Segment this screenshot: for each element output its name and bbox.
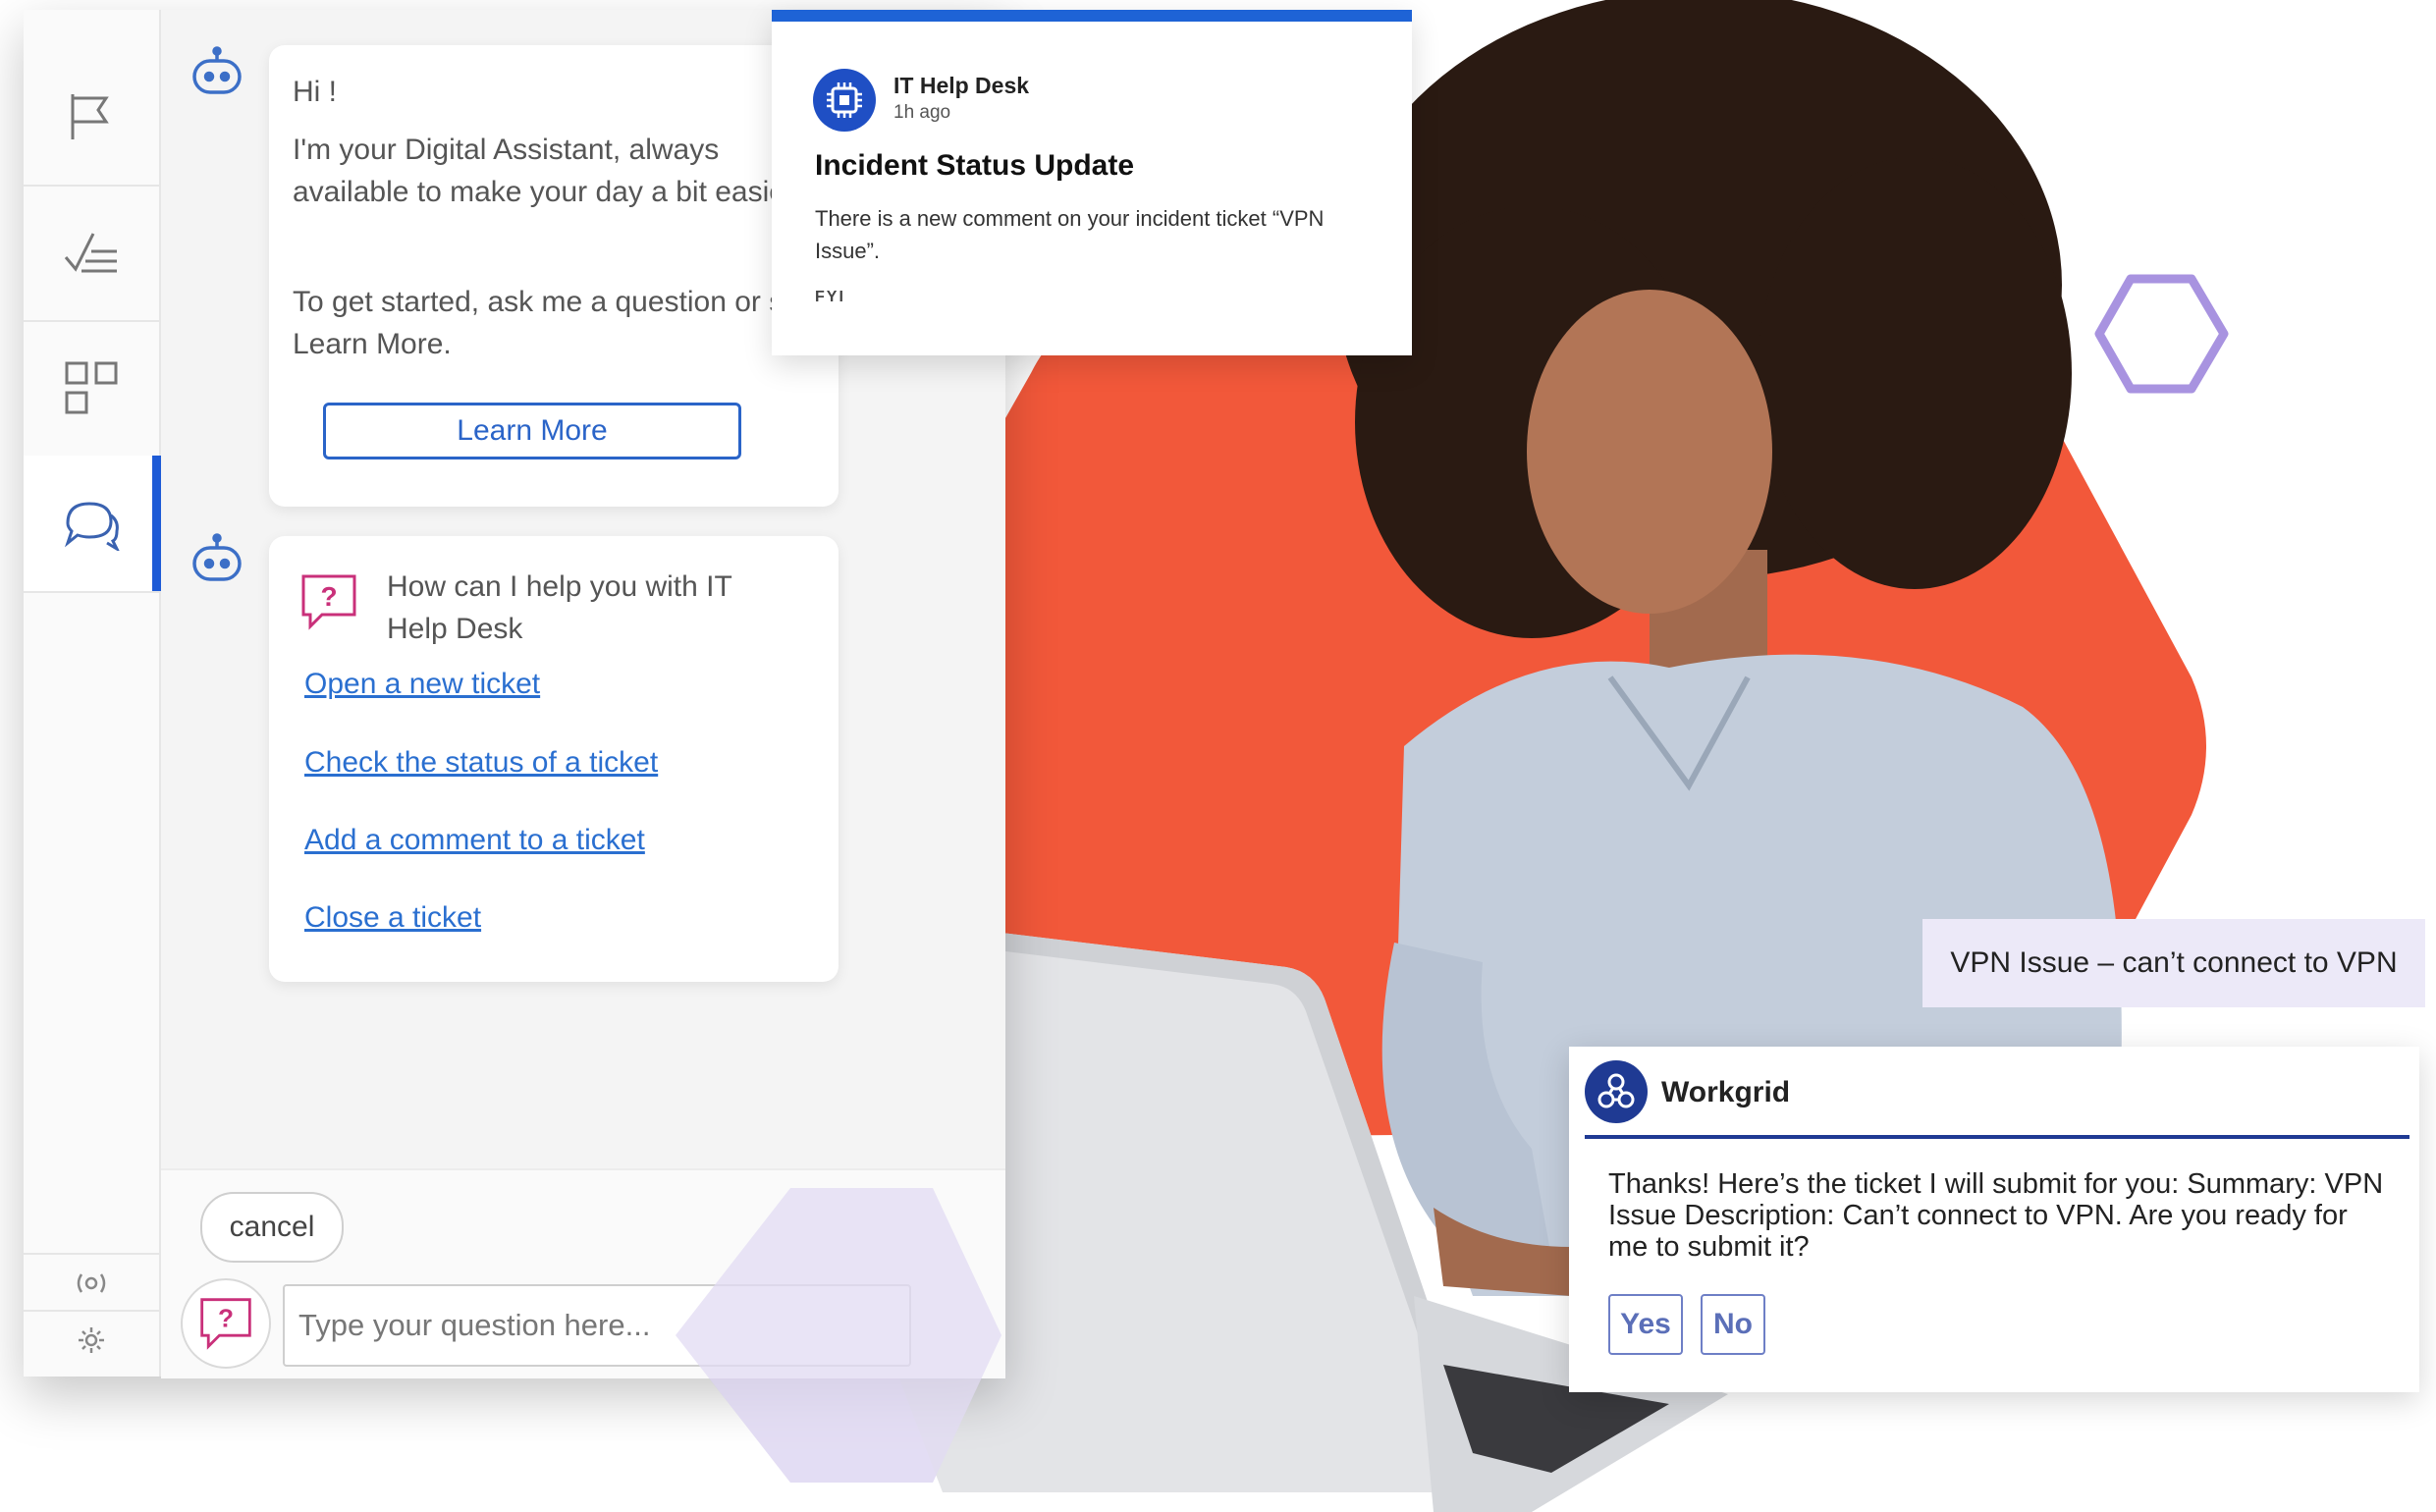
sidebar [24, 10, 161, 1377]
purple-hexagon-outline [2094, 274, 2229, 394]
active-tab-indicator [152, 456, 161, 591]
sidebar-item-status[interactable] [24, 1253, 159, 1312]
yes-button[interactable]: Yes [1608, 1294, 1683, 1355]
incident-tag: FYI [815, 289, 845, 305]
help-prompt: How can I help you with IT Help Desk [387, 570, 732, 645]
incident-source: IT Help Desk [893, 73, 1030, 98]
person-face [1527, 290, 1772, 614]
question-input[interactable] [283, 1284, 911, 1367]
radio-signal-icon [77, 1273, 106, 1293]
svg-text:?: ? [320, 581, 337, 612]
incident-notification-card[interactable]: IT Help Desk 1h ago Incident Status Upda… [772, 10, 1412, 355]
question-mark-icon: ? [200, 1298, 251, 1350]
greeting-instructions: To get started, ask me a question or say… [293, 286, 815, 360]
sidebar-item-settings[interactable] [24, 1310, 159, 1369]
chip-icon [813, 69, 876, 132]
flag-icon [71, 94, 109, 139]
incident-time: 1h ago [893, 102, 951, 123]
bot-avatar-icon [192, 46, 242, 94]
option-close-ticket[interactable]: Close a ticket [304, 901, 481, 935]
incident-body: There is a new comment on your incident … [815, 206, 1325, 263]
greeting-intro: I'm your Digital Assistant, always avail… [293, 134, 802, 208]
workgrid-name: Workgrid [1661, 1076, 1791, 1108]
checklist-icon [64, 233, 117, 273]
sidebar-item-apps[interactable] [24, 320, 159, 458]
chat-input-bar: cancel ? [161, 1168, 1005, 1378]
question-mark-icon: ? [301, 574, 356, 630]
apps-grid-icon [65, 361, 118, 414]
bot-avatar-icon [192, 533, 242, 581]
svg-text:?: ? [218, 1304, 234, 1333]
cancel-button[interactable]: cancel [200, 1192, 344, 1263]
workgrid-card: Workgrid Thanks! Here’s the ticket I wil… [1569, 1047, 2419, 1392]
chat-bubbles-icon [64, 502, 120, 551]
workgrid-divider [1585, 1135, 2409, 1139]
workgrid-message: Thanks! Here’s the ticket I will submit … [1608, 1168, 2384, 1263]
option-add-comment[interactable]: Add a comment to a ticket [304, 824, 645, 857]
help-question-button[interactable]: ? [181, 1278, 271, 1369]
greeting-hi: Hi ! [293, 76, 337, 108]
incident-title: Incident Status Update [815, 149, 1135, 182]
settings-gear-icon [79, 1327, 104, 1353]
option-open-ticket[interactable]: Open a new ticket [304, 668, 540, 701]
no-button[interactable]: No [1701, 1294, 1765, 1355]
user-message-bubble: VPN Issue – can’t connect to VPN [1922, 919, 2425, 1007]
sidebar-item-flag[interactable] [24, 49, 159, 187]
workgrid-logo-icon [1585, 1060, 1648, 1123]
option-check-status[interactable]: Check the status of a ticket [304, 746, 658, 780]
sidebar-item-chat[interactable] [24, 456, 161, 593]
sidebar-item-tasks[interactable] [24, 185, 159, 322]
learn-more-button[interactable]: Learn More [323, 403, 741, 459]
